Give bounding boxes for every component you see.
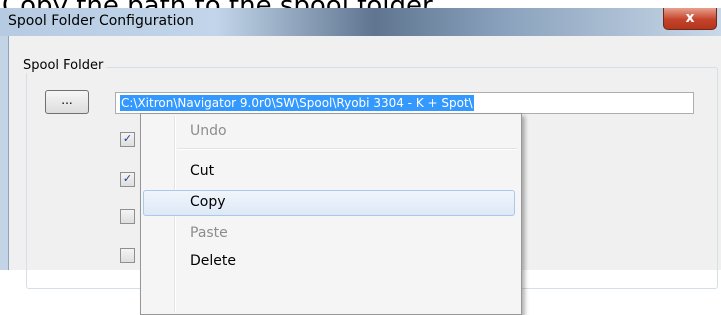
- menu-item-copy[interactable]: Copy: [143, 190, 515, 216]
- spool-path-input[interactable]: C:\Xitron\Navigator 9.0r0\SW\Spool\Ryobi…: [115, 92, 694, 114]
- menu-item-undo-label: Undo: [190, 123, 227, 139]
- option-checkbox-1[interactable]: ✓: [120, 132, 135, 147]
- menu-item-cut-label: Cut: [190, 163, 215, 179]
- window-titlebar[interactable]: Spool Folder Configuration x: [0, 8, 721, 36]
- context-menu: Undo Cut Copy Paste Delete: [140, 113, 522, 315]
- menu-item-paste-label: Paste: [190, 225, 228, 241]
- option-checkbox-4[interactable]: [120, 248, 135, 263]
- context-menu-separator: [177, 148, 517, 150]
- option-checkbox-2[interactable]: ✓: [120, 172, 135, 187]
- menu-item-cut[interactable]: Cut: [143, 159, 515, 185]
- dialog-client-area: Spool Folder ... C:\Xitron\Navigator 9.0…: [9, 36, 721, 315]
- menu-item-undo[interactable]: Undo: [143, 119, 515, 145]
- option-checkbox-3[interactable]: [120, 209, 135, 224]
- menu-item-paste[interactable]: Paste: [143, 221, 515, 247]
- spool-path-selected-text: C:\Xitron\Navigator 9.0r0\SW\Spool\Ryobi…: [120, 95, 474, 111]
- menu-item-delete-label: Delete: [190, 253, 236, 269]
- spool-folder-group-label: Spool Folder: [20, 58, 107, 73]
- close-button[interactable]: x: [663, 8, 717, 30]
- browse-button[interactable]: ...: [45, 90, 89, 114]
- window-frame-left: [0, 36, 9, 270]
- menu-item-copy-label: Copy: [190, 194, 226, 210]
- menu-item-delete[interactable]: Delete: [143, 249, 515, 275]
- window-title: Spool Folder Configuration: [8, 13, 194, 29]
- close-icon: x: [685, 10, 695, 26]
